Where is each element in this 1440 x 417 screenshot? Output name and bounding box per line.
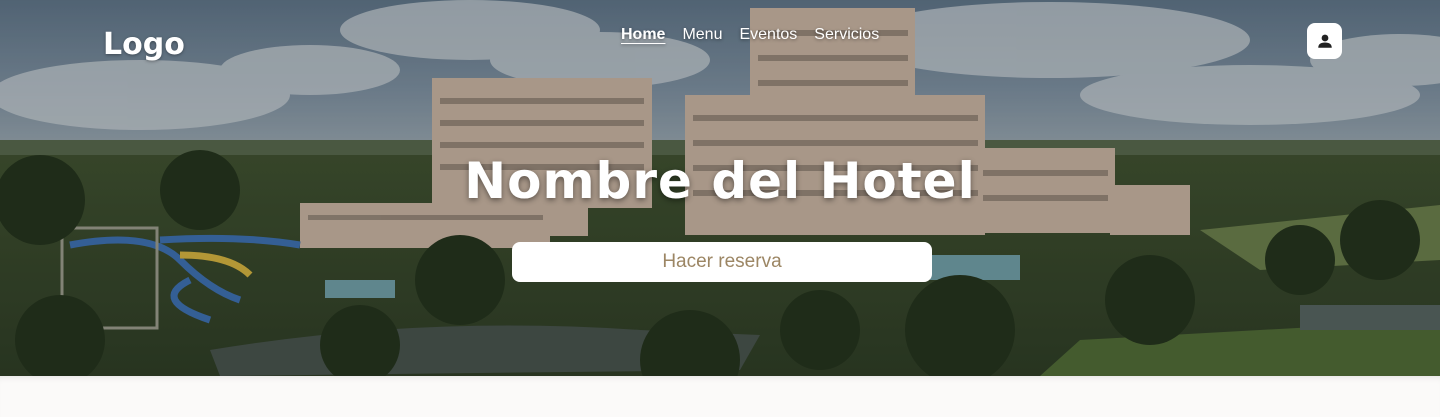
user-icon — [1317, 34, 1332, 48]
user-account-button[interactable] — [1307, 23, 1342, 59]
nav-servicios[interactable]: Servicios — [814, 26, 879, 44]
hotel-name-title: Nombre del Hotel — [464, 152, 976, 210]
logo[interactable]: Logo — [103, 27, 185, 62]
reserve-button[interactable]: Hacer reserva — [512, 242, 932, 282]
nav-home[interactable]: Home — [621, 26, 665, 44]
main-nav: Home Menu Eventos Servicios — [621, 26, 879, 44]
nav-menu[interactable]: Menu — [682, 26, 722, 44]
nav-eventos[interactable]: Eventos — [739, 26, 797, 44]
content-area — [0, 376, 1440, 417]
hero-section: Logo Home Menu Eventos Servicios Nombre … — [0, 0, 1440, 376]
